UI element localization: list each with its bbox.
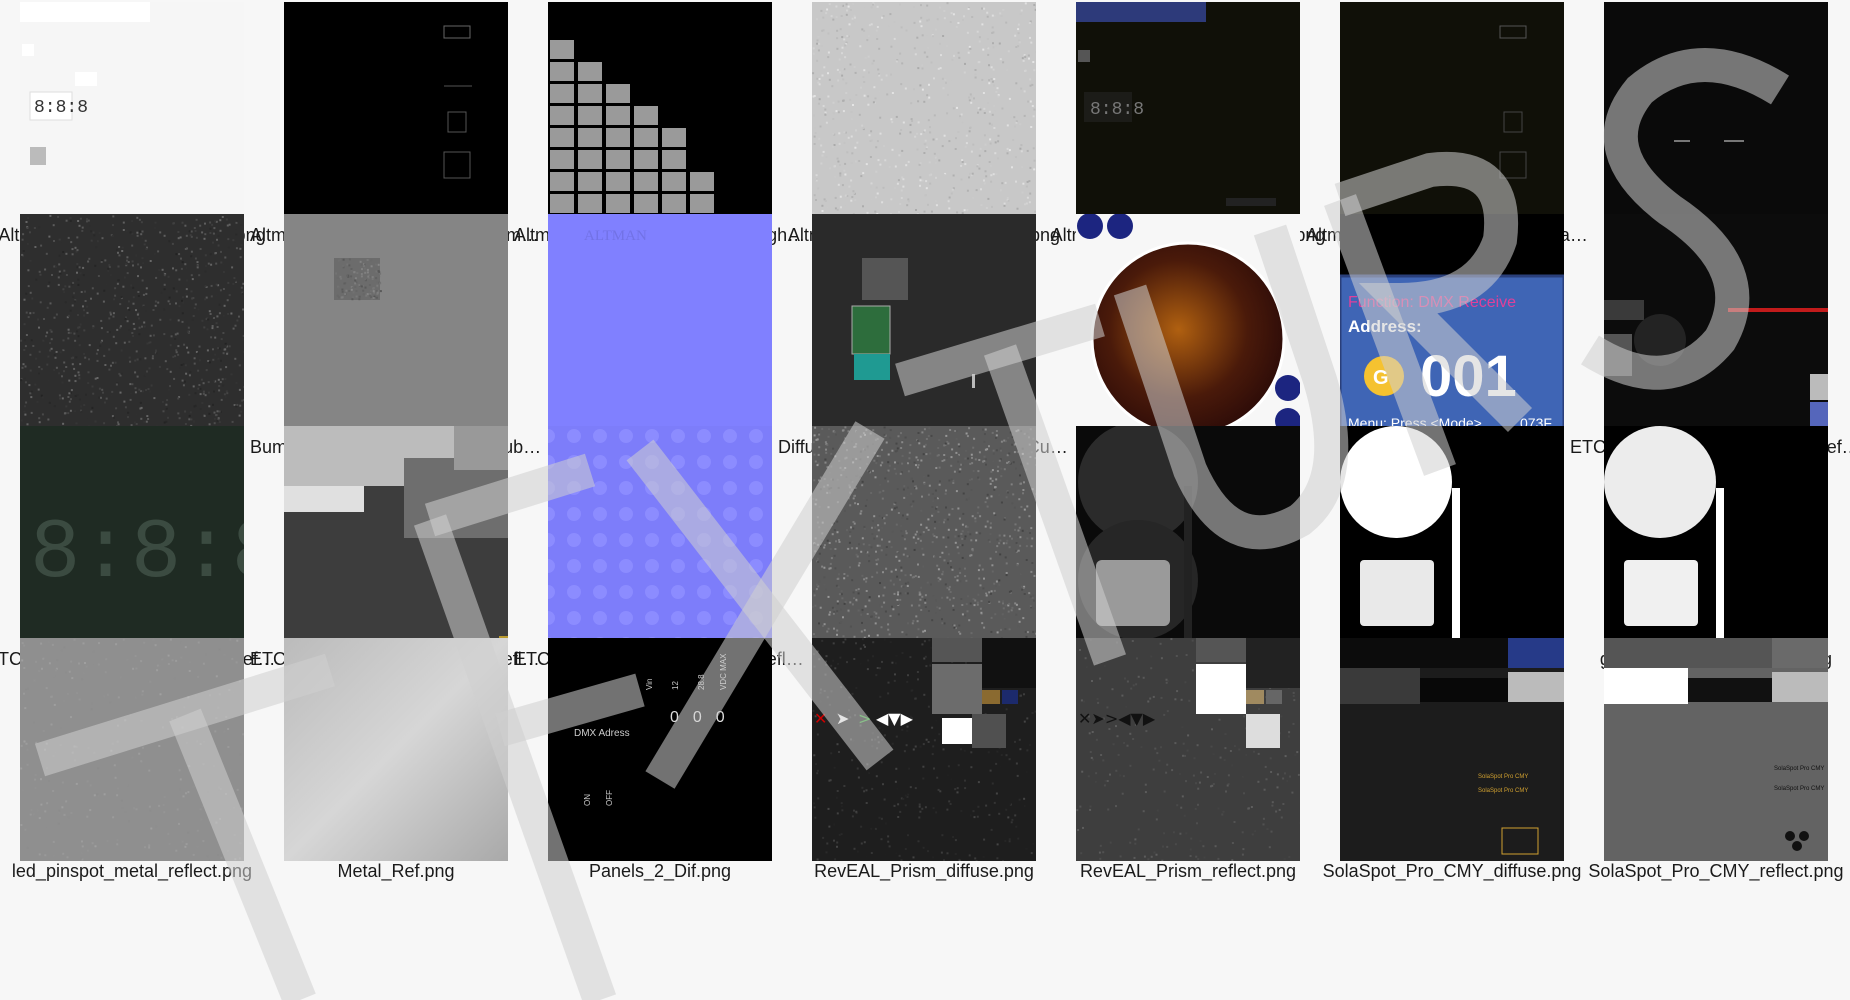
texture-item-reveal-prism-reflect[interactable]: ✕➤>◀▼▶ RevEAL_Prism_reflect.png xyxy=(1056,636,1320,886)
texture-thumbnail[interactable]: Function: DMX Receive Address: G 001 Men… xyxy=(1340,214,1564,437)
texture-thumbnail[interactable]: 8:8:8 xyxy=(20,2,244,225)
texture-thumbnail[interactable] xyxy=(1340,426,1564,649)
svg-text:✕: ✕ xyxy=(814,709,827,728)
segment-text: 8:8:8 xyxy=(30,507,244,602)
texture-thumbnail[interactable] xyxy=(284,214,508,437)
svg-text:◀▼▶: ◀▼▶ xyxy=(876,709,914,728)
texture-thumbnail[interactable] xyxy=(548,2,772,225)
svg-text:Function: DMX Receive: Function: DMX Receive xyxy=(1348,294,1516,311)
texture-filename: SolaSpot_Pro_CMY_diffuse.png xyxy=(1322,861,1582,881)
texture-thumbnail[interactable]: ✕ ➤ > ◀▼▶ xyxy=(812,638,1036,861)
texture-thumbnail[interactable]: 8:8:8 xyxy=(20,426,244,649)
texture-thumbnail[interactable]: ALTMAN xyxy=(548,214,772,437)
svg-text:SolaSpot Pro CMY: SolaSpot Pro CMY xyxy=(1478,774,1528,780)
svg-text:➤: ➤ xyxy=(836,709,849,728)
texture-filename: Panels_2_Dif.png xyxy=(588,861,732,881)
svg-text:000: 000 xyxy=(670,709,739,726)
altman-emboss: ALTMAN xyxy=(584,228,647,244)
texture-filename: SolaSpot_Pro_CMY_reflect.png xyxy=(1588,861,1844,881)
svg-text:SolaSpot Pro CMY: SolaSpot Pro CMY xyxy=(1774,786,1824,792)
texture-thumbnail[interactable] xyxy=(1340,2,1564,225)
svg-text:SolaSpot Pro CMY: SolaSpot Pro CMY xyxy=(1478,788,1528,794)
texture-thumbnail[interactable]: SolaSpot Pro CMY SolaSpot Pro CMY xyxy=(1340,638,1564,861)
texture-thumbnail[interactable] xyxy=(548,426,772,649)
svg-text:✕➤>◀▼▶: ✕➤>◀▼▶ xyxy=(1078,709,1156,728)
texture-thumbnail[interactable] xyxy=(812,214,1036,437)
texture-item-reveal-prism-diffuse[interactable]: ✕ ➤ > ◀▼▶ RevEAL_Prism_diffuse.png xyxy=(792,636,1056,886)
texture-filename: RevEAL_Prism_diffuse.png xyxy=(814,861,1034,881)
texture-thumbnail[interactable] xyxy=(812,2,1036,225)
texture-thumbnail[interactable] xyxy=(1076,426,1300,649)
texture-item-led-pinspot-metal-reflect[interactable]: led_pinspot_metal_reflect.png xyxy=(0,636,264,886)
svg-text:ON: ON xyxy=(583,794,592,806)
seg-text: 8:8:8 xyxy=(34,98,88,118)
svg-text:OFF: OFF xyxy=(605,790,614,806)
svg-text:28.8: 28.8 xyxy=(697,674,706,690)
svg-text:12: 12 xyxy=(671,681,680,690)
texture-thumbnail[interactable]: DMX Adress 000 Vin 12 28.8 VDC MAX ON OF… xyxy=(548,638,772,861)
texture-item-solaspot-pro-cmy-reflect[interactable]: SolaSpot Pro CMY SolaSpot Pro CMY SolaSp… xyxy=(1584,636,1848,886)
svg-text:>: > xyxy=(858,709,871,728)
svg-text:Address:: Address: xyxy=(1348,317,1422,336)
svg-text:DMX Adress: DMX Adress xyxy=(574,728,630,739)
svg-text:001: 001 xyxy=(1420,344,1517,409)
texture-filename: RevEAL_Prism_reflect.png xyxy=(1079,861,1297,881)
texture-item-metal-ref[interactable]: Metal_Ref.png xyxy=(264,636,528,886)
svg-text:G: G xyxy=(1373,367,1389,389)
texture-grid: 8:8:8 Altman_Spectra_bump_base.png Altma… xyxy=(0,0,1850,1000)
svg-text:SolaSpot Pro CMY: SolaSpot Pro CMY xyxy=(1774,766,1824,772)
texture-thumbnail[interactable]: ✕➤>◀▼▶ xyxy=(1076,638,1300,861)
texture-filename: Metal_Ref.png xyxy=(337,861,455,881)
texture-thumbnail[interactable] xyxy=(20,638,244,861)
texture-thumbnail[interactable] xyxy=(284,2,508,225)
texture-thumbnail[interactable]: 8:8:8 xyxy=(1076,2,1300,225)
texture-thumbnail[interactable] xyxy=(812,426,1036,649)
texture-filename: led_pinspot_metal_reflect.png xyxy=(11,861,253,881)
svg-text:Vin: Vin xyxy=(645,679,654,690)
texture-thumbnail[interactable] xyxy=(20,214,244,437)
texture-thumbnail[interactable] xyxy=(1604,2,1828,225)
texture-thumbnail[interactable] xyxy=(284,426,508,649)
texture-thumbnail[interactable] xyxy=(1604,426,1828,649)
texture-item-solaspot-pro-cmy-diffuse[interactable]: SolaSpot Pro CMY SolaSpot Pro CMY SolaSp… xyxy=(1320,636,1584,886)
texture-thumbnail[interactable] xyxy=(284,638,508,861)
texture-thumbnail[interactable]: SolaSpot Pro CMY SolaSpot Pro CMY xyxy=(1604,638,1828,861)
texture-thumbnail[interactable] xyxy=(1076,214,1300,437)
svg-text:VDC MAX: VDC MAX xyxy=(719,653,728,690)
svg-text:8:8:8: 8:8:8 xyxy=(1090,100,1144,120)
texture-item-panels-2-dif[interactable]: DMX Adress 000 Vin 12 28.8 VDC MAX ON OF… xyxy=(528,636,792,886)
texture-thumbnail[interactable] xyxy=(1604,214,1828,437)
